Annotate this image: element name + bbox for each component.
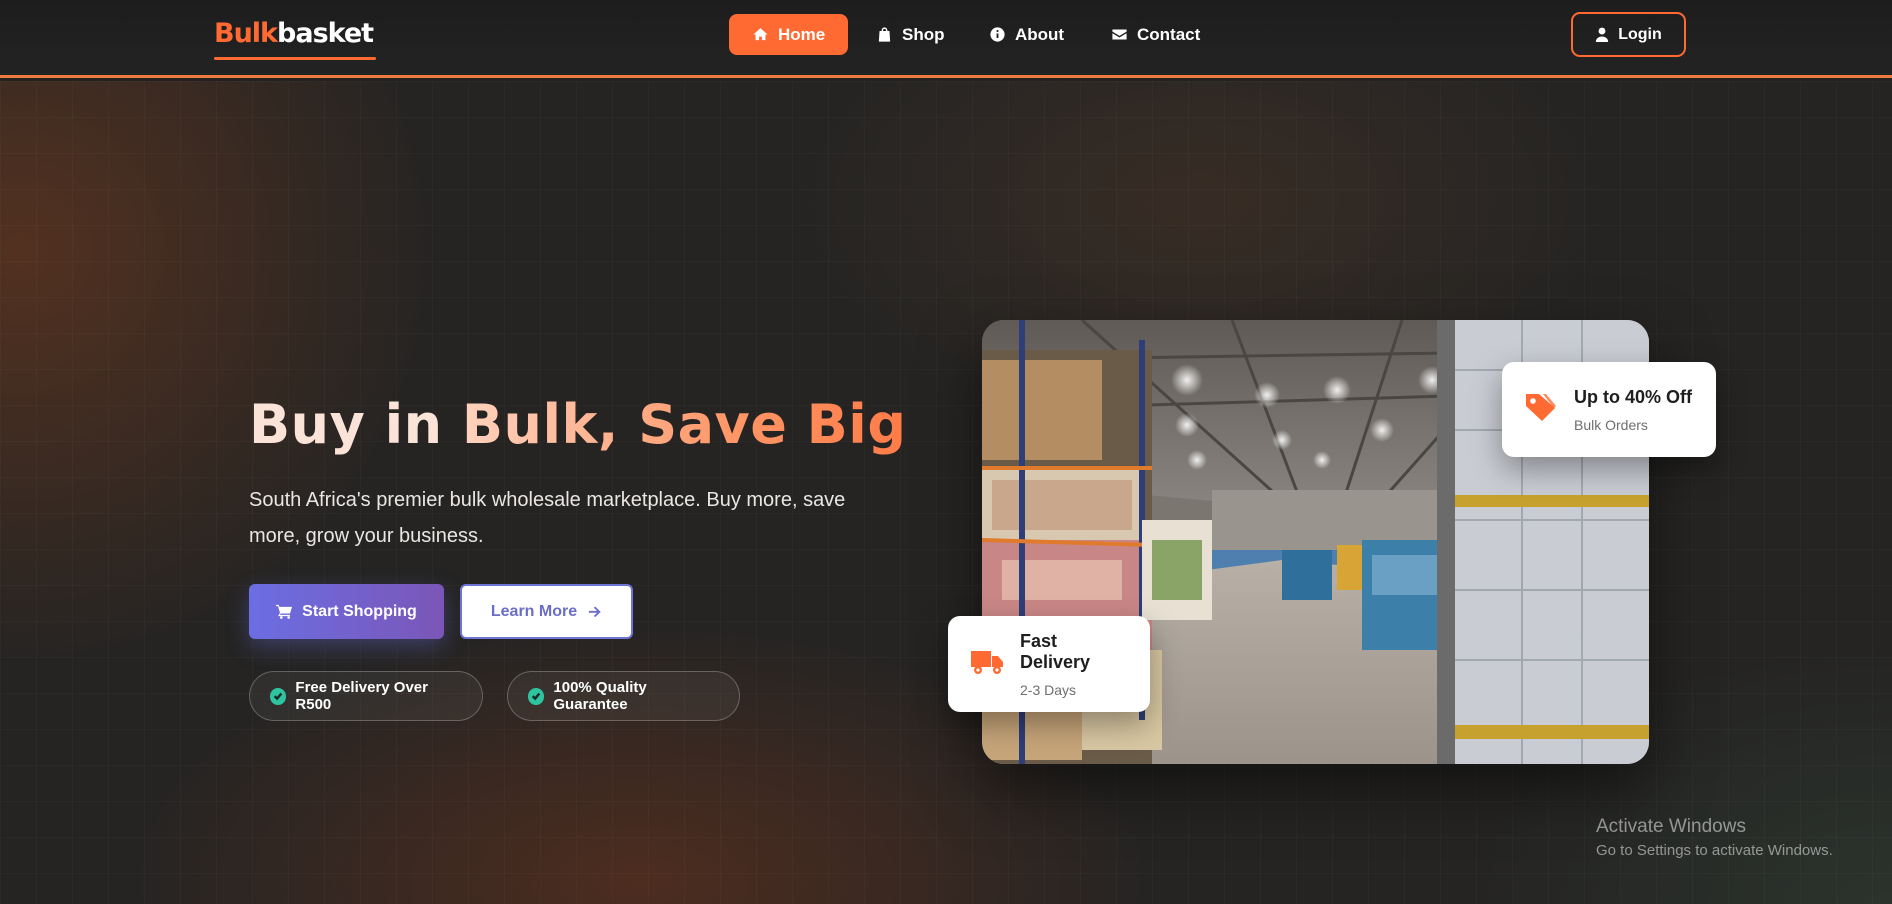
feature-badge-delivery: Free Delivery Over R500: [249, 671, 483, 721]
hero-title-part1: Buy in: [249, 393, 462, 456]
user-icon: [1596, 27, 1609, 42]
discount-card: Up to 40% Off Bulk Orders: [1502, 362, 1716, 457]
check-circle-icon: [528, 687, 545, 705]
check-circle-icon: [270, 687, 287, 705]
delivery-card-title: Fast Delivery: [1020, 630, 1091, 672]
hero-title: Buy in Bulk, Save Big: [249, 390, 906, 460]
nav-home[interactable]: Home: [729, 14, 849, 55]
feature-badge-label: 100% Quality Guarantee: [553, 679, 647, 713]
brand-logo[interactable]: Bulkbasket: [214, 16, 374, 52]
logo-underline: [214, 57, 376, 60]
delivery-card: Fast Delivery 2-3 Days: [948, 616, 1150, 712]
login-button[interactable]: Login: [1571, 12, 1686, 57]
feature-badge-label: Free Delivery Over R500: [295, 679, 428, 713]
envelope-icon: [1112, 29, 1127, 40]
nav-contact[interactable]: Contact: [1088, 14, 1223, 55]
hero-title-accent: Bulk, Save Big: [461, 393, 907, 456]
learn-more-label: Learn More: [490, 602, 578, 620]
delivery-card-subtitle: 2-3 Days: [1020, 681, 1077, 698]
windows-activation-watermark: Activate Windows Go to Settings to activ…: [1596, 816, 1833, 859]
brand-logo-part1: Bulk: [214, 18, 278, 49]
shopping-bag-icon: [878, 27, 891, 42]
feature-badge-quality: 100% Quality Guarantee: [507, 671, 740, 721]
learn-more-button[interactable]: Learn More: [460, 584, 633, 639]
watermark-title: Activate Windows: [1596, 816, 1746, 837]
brand-logo-part2: basket: [277, 18, 374, 49]
start-shopping-label: Start Shopping: [302, 602, 417, 620]
nav-home-label: Home: [778, 24, 826, 44]
nav-shop[interactable]: Shop: [853, 14, 968, 55]
discount-card-title: Up to 40% Off: [1574, 386, 1693, 407]
tag-icon: [1524, 392, 1558, 427]
discount-card-subtitle: Bulk Orders: [1574, 416, 1648, 433]
nav-contact-label: Contact: [1137, 24, 1201, 44]
cart-icon: [276, 604, 293, 619]
info-icon: [990, 27, 1005, 42]
truck-icon: [970, 648, 1004, 681]
home-icon: [753, 28, 768, 41]
nav-about-label: About: [1015, 24, 1065, 44]
hero-subtitle: South Africa's premier bulk wholesale ma…: [249, 489, 846, 547]
nav-shop-label: Shop: [902, 24, 945, 44]
navbar: Bulkbasket Home Shop About Contact Login: [0, 0, 1892, 78]
start-shopping-button[interactable]: Start Shopping: [249, 584, 444, 639]
arrow-right-icon: [589, 606, 601, 618]
login-label: Login: [1618, 25, 1662, 43]
watermark-subtitle: Go to Settings to activate Windows.: [1596, 842, 1833, 859]
nav-about[interactable]: About: [966, 14, 1087, 55]
